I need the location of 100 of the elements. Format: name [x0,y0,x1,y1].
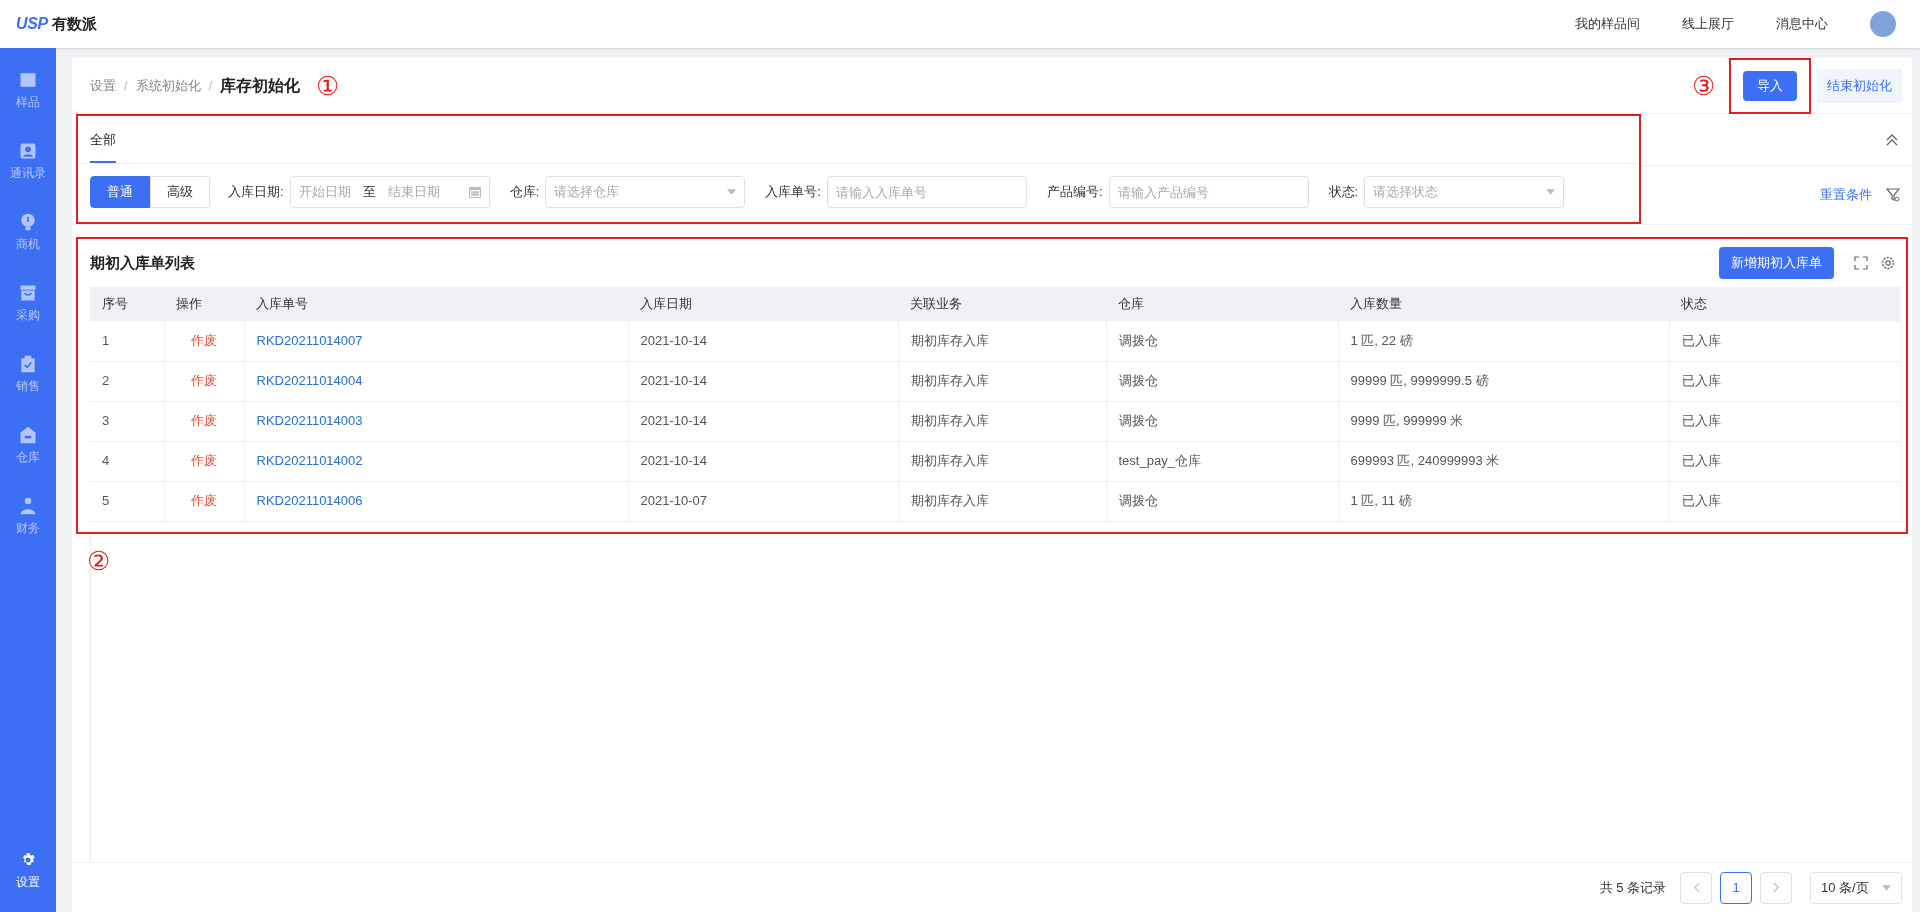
order-number-link[interactable]: RKD20211014003 [244,401,628,441]
table-cell: 调拨仓 [1106,401,1338,441]
page-size-select[interactable]: 10 条/页 [1810,871,1902,904]
finish-button[interactable]: 结束初始化 [1817,68,1902,103]
column-header: 入库日期 [628,287,898,321]
contact-icon [18,141,38,161]
range-separator: 至 [362,183,376,202]
collapse-icon[interactable] [1886,133,1898,146]
table-cell: 1 匹, 11 磅 [1338,481,1669,521]
box-icon [18,70,38,90]
sidebar-item[interactable]: 采购 [16,283,40,321]
cart-icon [18,283,38,303]
column-header: 关联业务 [898,287,1106,321]
field-label: 仓库: [509,183,540,202]
avatar[interactable] [1870,11,1896,37]
table-cell: 2021-10-14 [628,441,898,481]
void-link[interactable]: 作废 [164,361,244,401]
sidebar-item[interactable]: 商机 [16,212,40,250]
order-number-link[interactable]: RKD20211014002 [244,441,628,481]
calendar-icon [468,186,481,198]
filter-tab[interactable]: 全部 [90,129,116,163]
input-field[interactable]: 请输入入库单号 [826,176,1027,208]
start-date-placeholder: 开始日期 [298,183,351,202]
void-link[interactable]: 作废 [164,441,244,481]
sidebar-item[interactable]: 财务 [16,496,40,534]
field-label: 状态: [1328,183,1359,202]
person-icon [18,496,38,516]
header-link[interactable]: 消息中心 [1776,14,1828,34]
table-cell: 已入库 [1669,441,1901,481]
table-cell: 2021-10-07 [628,481,898,521]
table-cell: 2021-10-14 [628,361,898,401]
table-cell: 699993 匹, 240999993 米 [1338,441,1669,481]
breadcrumb-separator: / [124,76,128,95]
table-cell: test_pay_仓库 [1106,441,1338,481]
caret-icon [727,189,737,195]
sidebar-item[interactable]: 设置 [16,850,40,888]
order-number-link[interactable]: RKD20211014006 [244,481,628,521]
void-link[interactable]: 作废 [164,401,244,441]
table-cell: 1 [90,321,164,361]
reset-link[interactable]: 重置条件 [1820,185,1872,205]
order-number-link[interactable]: RKD20211014007 [244,321,628,361]
logo: USP 有数派 [16,13,97,34]
add-button[interactable]: 新增期初入库单 [1719,247,1834,279]
input-field[interactable]: 请输入产品编号 [1108,176,1309,208]
field-label: 产品编号: [1046,183,1103,202]
table-cell: 期初库存入库 [898,441,1106,481]
select-field[interactable]: 请选择状态 [1364,176,1565,208]
header-link[interactable]: 我的样品间 [1575,14,1640,34]
mode-toggle[interactable]: 普通 [90,176,150,208]
caret-icon [1546,189,1556,195]
order-number-link[interactable]: RKD20211014004 [244,361,628,401]
clipboard-icon [18,354,38,374]
table-cell: 期初库存入库 [898,321,1106,361]
table-cell: 5 [90,481,164,521]
table-cell: 99999 匹, 9999999.5 磅 [1338,361,1669,401]
table-cell: 9999 匹, 999999 米 [1338,401,1669,441]
table-cell: 已入库 [1669,321,1901,361]
sidebar-item[interactable]: 仓库 [16,425,40,463]
field-label: 入库单号: [765,183,821,202]
table-cell: 2 [90,361,164,401]
table-cell: 期初库存入库 [898,401,1106,441]
page-button[interactable]: 1 [1720,871,1752,904]
table-cell: 调拨仓 [1106,481,1338,521]
panel-title: 期初入库单列表 [90,252,195,273]
breadcrumb-item[interactable]: 系统初始化 [135,75,201,96]
previous-page-button[interactable] [1680,871,1712,904]
next-page-button[interactable] [1760,871,1792,904]
breadcrumb-item[interactable]: 设置 [90,75,116,96]
sidebar-item[interactable]: 通讯录 [10,141,46,179]
table-cell: 2021-10-14 [628,321,898,361]
void-link[interactable]: 作废 [164,481,244,521]
table-cell: 调拨仓 [1106,321,1338,361]
table-cell: 调拨仓 [1106,361,1338,401]
chevron-left-icon [1692,882,1700,893]
select-field[interactable]: 请选择仓库 [545,176,746,208]
sidebar-item[interactable]: 销售 [16,354,40,392]
annotation-number: ① [316,72,340,99]
sidebar-item[interactable]: 样品 [16,70,40,108]
record-count: 共 5 条记录 [1599,878,1666,897]
column-header: 入库数量 [1338,287,1669,321]
mode-toggle[interactable]: 高级 [150,176,210,208]
settings-icon[interactable] [1880,255,1896,271]
table-cell: 期初库存入库 [898,481,1106,521]
column-header: 操作 [164,287,244,321]
table-cell: 已入库 [1669,481,1901,521]
table-cell: 已入库 [1669,401,1901,441]
table-cell: 期初库存入库 [898,361,1106,401]
fullscreen-icon[interactable] [1854,256,1868,270]
column-header: 状态 [1669,287,1901,321]
table-cell: 1 匹, 22 磅 [1338,321,1669,361]
date-range-field[interactable]: 开始日期 至 结束日期 [289,176,490,208]
column-header: 入库单号 [244,287,628,321]
column-header: 序号 [90,287,164,321]
void-link[interactable]: 作废 [164,321,244,361]
header-link[interactable]: 线上展厅 [1682,14,1734,34]
table-cell: 2021-10-14 [628,401,898,441]
table-cell: 4 [90,441,164,481]
import-button[interactable]: 导入 [1743,70,1797,101]
filter-icon[interactable] [1886,188,1900,202]
table-cell: 已入库 [1669,361,1901,401]
